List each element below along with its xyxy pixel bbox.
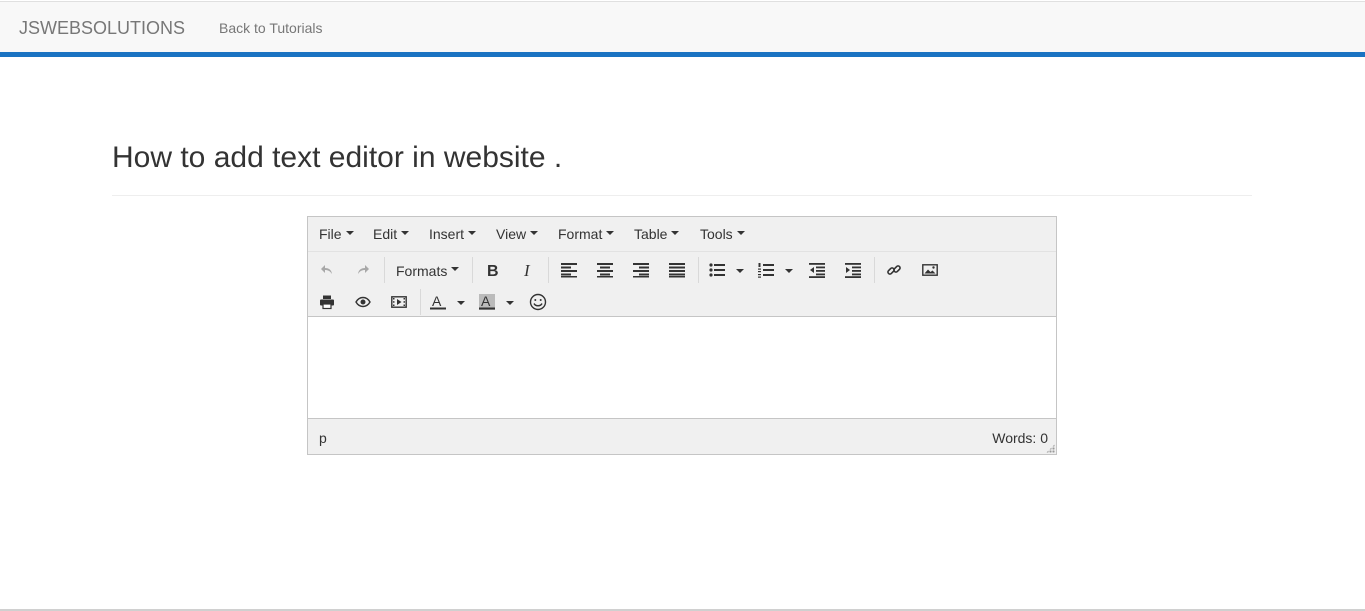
toolbar-separator [698,257,699,283]
editor-statusbar: p Words: 0 [308,418,1056,454]
editor-menubar: File Edit Insert View Format Table Tools [308,217,1056,252]
back-to-tutorials-link[interactable]: Back to Tutorials [219,20,323,36]
text-color-dropdown-icon[interactable] [457,301,465,305]
image-icon[interactable] [916,256,944,284]
svg-text:I: I [523,262,531,278]
caret-down-icon [451,267,460,271]
align-right-icon[interactable] [627,256,655,284]
print-icon[interactable] [313,288,341,316]
brand-link[interactable]: JSWEBSOLUTIONS [19,18,185,39]
editor-toolbar: Formats B I A A [308,252,1056,317]
outdent-icon[interactable] [803,256,831,284]
caret-down-icon [671,231,680,236]
text-editor: File Edit Insert View Format Table Tools… [307,216,1057,455]
caret-down-icon [606,231,615,236]
bullet-list-icon[interactable] [703,256,731,284]
title-divider [112,195,1252,196]
toolbar-separator [874,257,875,283]
undo-icon[interactable] [313,256,341,284]
formats-label: Formats [396,263,448,279]
align-justify-icon[interactable] [663,256,691,284]
bold-icon[interactable]: B [478,256,506,284]
menu-view[interactable]: View [496,226,539,242]
svg-text:A: A [481,294,491,309]
toolbar-separator [548,257,549,283]
menu-label: File [319,226,342,242]
caret-down-icon [468,231,477,236]
caret-down-icon [736,231,745,236]
caret-down-icon [401,231,410,236]
background-color-dropdown-icon[interactable] [506,301,514,305]
menu-format[interactable]: Format [558,226,615,242]
top-navbar: JSWEBSOLUTIONS Back to Tutorials [0,1,1365,53]
menu-label: View [496,226,527,242]
align-left-icon[interactable] [555,256,583,284]
indent-icon[interactable] [839,256,867,284]
text-color-icon[interactable]: A [424,288,452,316]
formats-dropdown[interactable]: Formats [392,257,463,285]
menu-label: Tools [700,226,733,242]
toolbar-separator [384,257,385,283]
background-color-icon[interactable]: A [473,288,501,316]
numbered-list-dropdown-icon[interactable] [785,269,793,273]
menu-file[interactable]: File [319,226,354,242]
menu-edit[interactable]: Edit [373,226,410,242]
menu-table[interactable]: Table [634,226,680,242]
caret-down-icon [345,231,354,236]
menu-label: Table [634,226,668,242]
numbered-list-icon[interactable] [752,256,780,284]
link-icon[interactable] [880,256,908,284]
editor-content-area[interactable] [308,317,1056,418]
caret-down-icon [530,231,539,236]
menu-label: Insert [429,226,465,242]
svg-text:A: A [432,294,442,309]
emoticons-icon[interactable] [524,288,552,316]
media-icon[interactable] [385,288,413,316]
menu-tools[interactable]: Tools [700,226,745,242]
preview-icon[interactable] [349,288,377,316]
menu-label: Edit [373,226,398,242]
svg-text:B: B [487,263,499,278]
page-title: How to add text editor in website . [112,141,563,174]
element-path[interactable]: p [319,430,327,446]
word-count: Words: 0 [992,430,1048,446]
redo-icon[interactable] [349,256,377,284]
menu-insert[interactable]: Insert [429,226,477,242]
menu-label: Format [558,226,603,242]
align-center-icon[interactable] [591,256,619,284]
navbar-accent-bar [0,52,1365,57]
toolbar-separator [472,257,473,283]
toolbar-separator [420,289,421,315]
bullet-list-dropdown-icon[interactable] [736,269,744,273]
italic-icon[interactable]: I [514,256,542,284]
